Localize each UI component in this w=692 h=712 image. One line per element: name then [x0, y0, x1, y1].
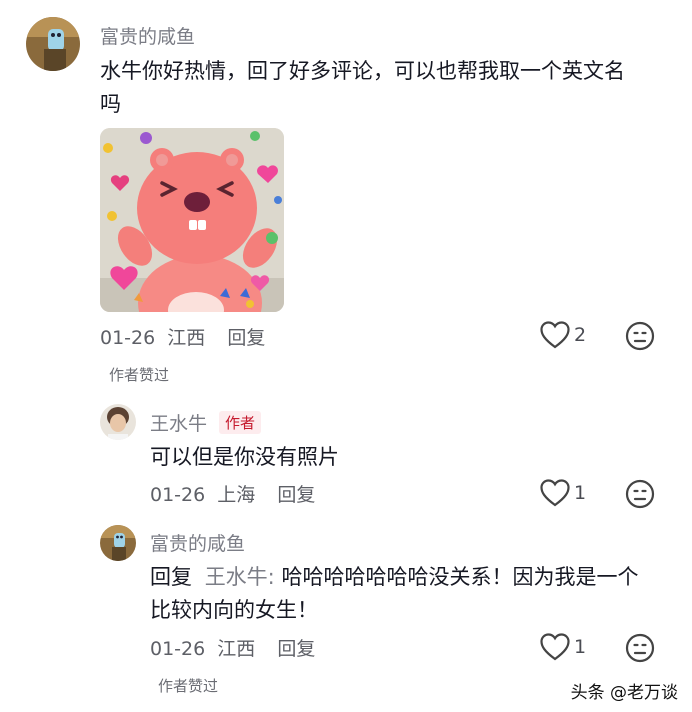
reply-2-date: 01-26 — [150, 638, 206, 660]
frown-face-icon — [625, 633, 655, 663]
like-count: 2 — [574, 324, 587, 346]
dislike-button[interactable] — [625, 479, 655, 509]
reply-1-username[interactable]: 王水牛 — [150, 409, 207, 436]
heart-icon — [540, 479, 570, 507]
watermark: 头条 @老万谈 — [570, 683, 678, 703]
like-count: 1 — [574, 636, 587, 658]
dislike-button[interactable] — [625, 633, 655, 663]
reply-2-text-line-1: 回复 王水牛: 哈哈哈哈哈哈哈没关系！因为我是一个 — [150, 561, 638, 594]
reply-1-text: 可以但是你没有照片 — [150, 445, 339, 469]
author-liked-label: 作者赞过 — [158, 677, 219, 695]
avatar[interactable] — [26, 17, 80, 71]
frown-face-icon — [625, 321, 655, 351]
heart-icon — [540, 633, 570, 661]
like-button[interactable]: 1 — [540, 479, 586, 507]
reply-1-header: 王水牛 作者 — [150, 409, 262, 436]
avatar[interactable] — [100, 404, 136, 440]
reply-button[interactable]: 回复 — [227, 327, 265, 349]
like-button[interactable]: 1 — [540, 633, 586, 661]
avatar[interactable] — [100, 525, 136, 561]
comment-username[interactable]: 富贵的咸鱼 — [100, 22, 195, 49]
author-liked-label: 作者赞过 — [109, 366, 170, 384]
reply-button[interactable]: 回复 — [277, 484, 315, 506]
comment-location: 江西 — [167, 327, 206, 349]
reply-2-text: 哈哈哈哈哈哈哈没关系！因为我是一个 — [281, 565, 639, 589]
reply-2-meta: 01-26 江西 回复 — [150, 634, 315, 661]
reply-to-username[interactable]: 王水牛: — [205, 565, 275, 589]
reply-2-location: 江西 — [217, 638, 256, 660]
like-count: 1 — [574, 482, 587, 504]
comment-date: 01-26 — [100, 327, 156, 349]
frown-face-icon — [625, 479, 655, 509]
sticker-image[interactable] — [100, 128, 284, 312]
reply-1-meta: 01-26 上海 回复 — [150, 480, 315, 507]
comment-text-line-1: 水牛你好热情，回了好多评论，可以也帮我取一个英文名 — [100, 59, 625, 83]
reply-button[interactable]: 回复 — [277, 638, 315, 660]
reply-2-text-line-2: 比较内向的女生！ — [150, 598, 318, 622]
reply-1-date: 01-26 — [150, 484, 206, 506]
reply-2-username[interactable]: 富贵的咸鱼 — [150, 529, 245, 556]
comment-text-line-2: 吗 — [100, 92, 121, 116]
reply-1-location: 上海 — [217, 484, 256, 506]
dislike-button[interactable] — [625, 321, 655, 351]
heart-icon — [540, 321, 570, 349]
author-tag: 作者 — [219, 411, 262, 434]
comment-meta: 01-26 江西 回复 — [100, 323, 265, 350]
like-button[interactable]: 2 — [540, 321, 586, 349]
reply-2-prefix: 回复 — [150, 565, 192, 589]
